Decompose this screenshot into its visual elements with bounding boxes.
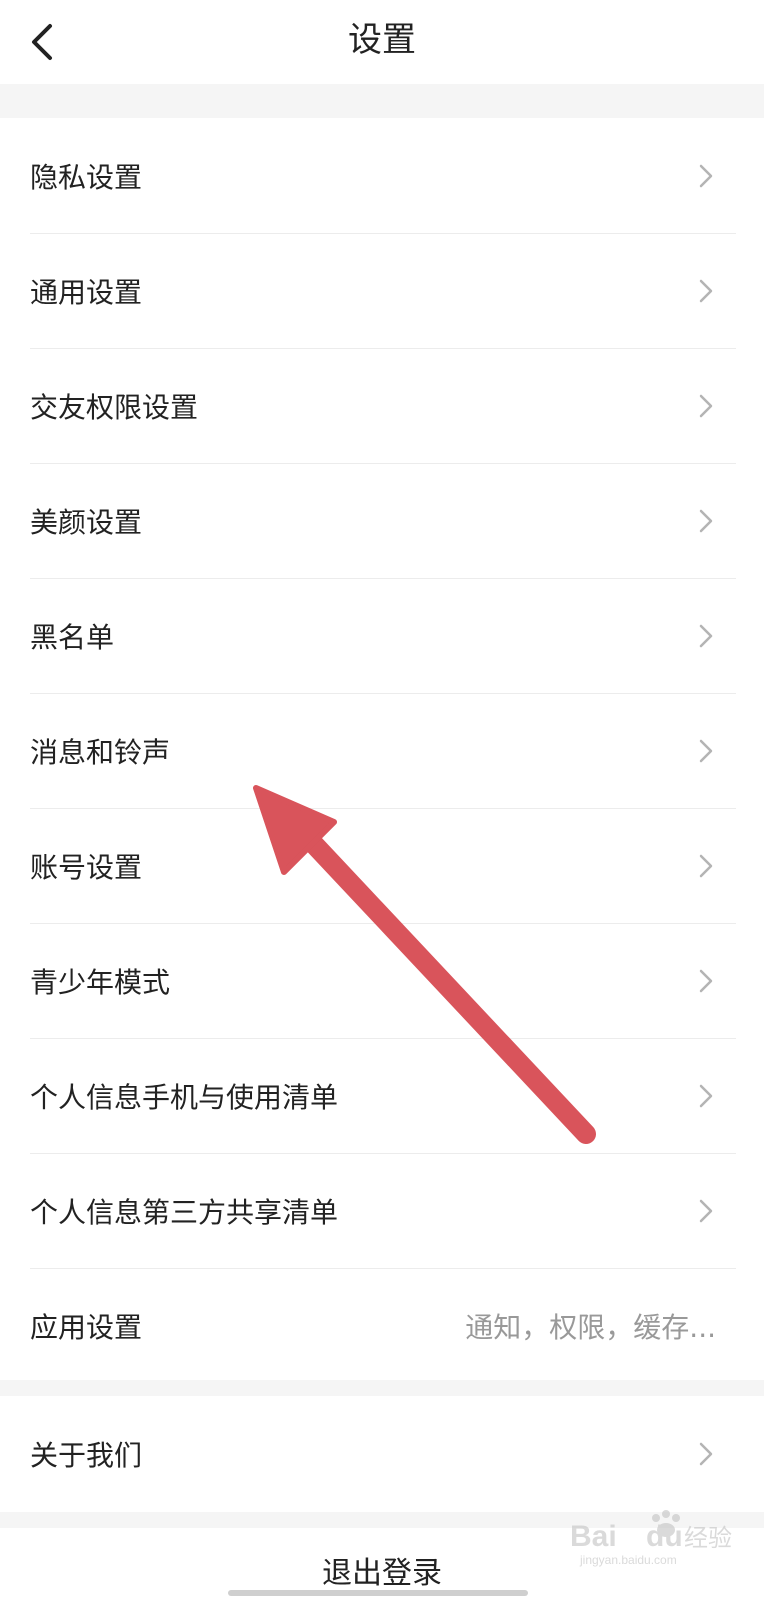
settings-item-app-settings[interactable]: 应用设置 通知，权限，缓存... (0, 1268, 764, 1383)
settings-item-general[interactable]: 通用设置 (0, 233, 764, 348)
settings-item-label: 个人信息第三方共享清单 (30, 1195, 339, 1229)
chevron-right-icon (699, 509, 713, 532)
settings-item-label: 美颜设置 (30, 505, 143, 539)
chevron-right-icon (699, 969, 713, 992)
svg-text:Bai: Bai (570, 1520, 617, 1553)
chevron-right-icon (699, 1084, 713, 1107)
chevron-right-icon (699, 624, 713, 647)
settings-item-messages-ringtones[interactable]: 消息和铃声 (0, 693, 764, 808)
chevron-right-icon (699, 854, 713, 877)
settings-list: 隐私设置 通用设置 交友权限设置 美颜设置 黑名单 消息和铃声 账号设置 青少年… (0, 118, 764, 1380)
settings-item-account[interactable]: 账号设置 (0, 808, 764, 923)
settings-item-beauty[interactable]: 美颜设置 (0, 463, 764, 578)
top-bar: 设置 (0, 0, 764, 84)
settings-item-label: 账号设置 (30, 850, 143, 884)
chevron-right-icon (699, 164, 713, 187)
svg-text:du: du (646, 1520, 683, 1553)
settings-item-blacklist[interactable]: 黑名单 (0, 578, 764, 693)
about-section: 关于我们 (0, 1396, 764, 1512)
settings-item-teen-mode[interactable]: 青少年模式 (0, 923, 764, 1038)
settings-item-label: 应用设置 (30, 1310, 143, 1344)
svg-text:jingyan.baidu.com: jingyan.baidu.com (579, 1553, 677, 1567)
settings-item-privacy[interactable]: 隐私设置 (0, 118, 764, 233)
chevron-right-icon (699, 1442, 713, 1466)
baidu-jingyan-watermark: Bai du 经验 jingyan.baidu.com (570, 1510, 732, 1567)
chevron-right-icon (699, 739, 713, 762)
chevron-right-icon (699, 394, 713, 417)
settings-item-personal-info-list[interactable]: 个人信息手机与使用清单 (0, 1038, 764, 1153)
settings-item-label: 隐私设置 (30, 160, 143, 194)
settings-item-label: 交友权限设置 (30, 390, 199, 424)
page-title: 设置 (348, 20, 416, 60)
chevron-right-icon (699, 279, 713, 302)
settings-item-label: 关于我们 (30, 1439, 143, 1472)
settings-item-about-us[interactable]: 关于我们 (0, 1396, 764, 1512)
settings-item-label: 个人信息手机与使用清单 (30, 1080, 339, 1114)
settings-item-label: 青少年模式 (30, 965, 171, 999)
settings-item-label: 黑名单 (30, 620, 115, 654)
app-settings-hint: 通知，权限，缓存... (465, 1310, 716, 1344)
settings-item-friend-permissions[interactable]: 交友权限设置 (0, 348, 764, 463)
settings-item-label: 消息和铃声 (30, 735, 171, 769)
chevron-right-icon (699, 1199, 713, 1222)
home-indicator (228, 1590, 528, 1596)
settings-item-third-party-sharing[interactable]: 个人信息第三方共享清单 (0, 1153, 764, 1268)
svg-text:经验: 经验 (684, 1524, 732, 1552)
settings-item-label: 通用设置 (30, 275, 143, 309)
